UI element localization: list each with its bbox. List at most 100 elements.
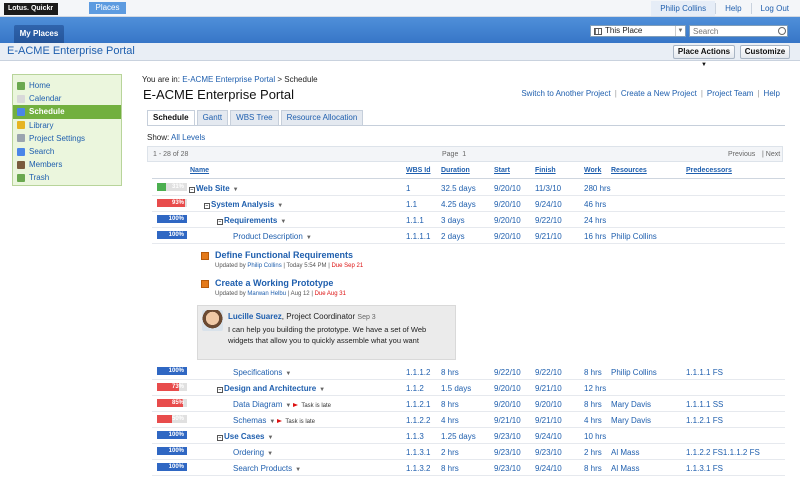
breadcrumb-link-portal[interactable]: E-ACME Enterprise Portal xyxy=(182,75,275,84)
column-header-resources[interactable]: Resources xyxy=(611,167,647,174)
column-header-start[interactable]: Start xyxy=(494,167,510,174)
task-name-cell[interactable]: Search Products ▼ xyxy=(233,464,301,473)
work-cell: 280 hrs xyxy=(584,184,611,193)
task-name-cell[interactable]: − Design and Architecture ▼ xyxy=(217,384,325,393)
chevron-down-icon[interactable]: ▼ xyxy=(269,419,275,425)
sidebar-item-label: Trash xyxy=(29,173,50,183)
task-name-cell[interactable]: Data Diagram ▼ Task is late xyxy=(233,400,331,409)
switch-project-link[interactable]: Switch to Another Project xyxy=(517,89,614,98)
tab-gantt[interactable]: Gantt xyxy=(196,110,229,125)
collapse-icon[interactable]: − xyxy=(189,187,195,193)
work-cell: 4 hrs xyxy=(584,416,602,425)
table-row[interactable]: 85% Data Diagram ▼ Task is late 1.1.2.1 8 hrs… xyxy=(152,396,785,412)
chevron-down-icon[interactable]: ▼ xyxy=(285,403,291,409)
sidebar-item-library[interactable]: Library xyxy=(13,119,121,132)
logout-link[interactable]: Log Out xyxy=(752,4,798,13)
column-header-predecessors[interactable]: Predecessors xyxy=(686,167,732,174)
table-row[interactable]: 50% Schemas ▼ Task is late 1.1.2.2 4 hrs 9/21/… xyxy=(152,412,785,428)
chevron-down-icon[interactable]: ▼ xyxy=(285,371,291,377)
place-actions-button[interactable]: Place Actions ▼ xyxy=(673,45,735,68)
chevron-down-icon[interactable]: ▼ xyxy=(277,203,283,209)
sidebar-item-search[interactable]: Search xyxy=(13,145,121,158)
search-icon[interactable] xyxy=(778,27,786,35)
activity-user-link[interactable]: Philip Collins xyxy=(247,263,281,269)
collapse-icon[interactable]: − xyxy=(217,435,223,441)
place-title[interactable]: E-ACME Enterprise Portal xyxy=(7,45,135,57)
column-header-work[interactable]: Work xyxy=(584,167,601,174)
column-header-duration[interactable]: Duration xyxy=(441,167,470,174)
places-button[interactable]: Places xyxy=(89,2,126,14)
column-header-finish[interactable]: Finish xyxy=(535,167,556,174)
customize-button[interactable]: Customize xyxy=(740,45,790,59)
search-input[interactable] xyxy=(689,25,788,37)
tab-resource-allocation[interactable]: Resource Allocation xyxy=(280,110,364,125)
next-page-button[interactable]: | Next xyxy=(762,151,780,158)
level-filter-link[interactable]: All Levels xyxy=(171,133,205,142)
table-row[interactable]: 100% Search Products ▼ 1.1.3.2 8 hrs 9/23/10 9… xyxy=(152,460,785,476)
collapse-icon[interactable]: − xyxy=(204,203,210,209)
activity-user-link[interactable]: Marwan Helbu xyxy=(247,291,286,297)
search-scope-select[interactable]: This Place ▼ xyxy=(590,25,686,37)
help-link[interactable]: Help xyxy=(760,89,784,98)
activity-title[interactable]: Define Functional Requirements xyxy=(215,250,353,260)
tab-wbs-tree[interactable]: WBS Tree xyxy=(230,110,279,125)
wbs-id-cell: 1.1.3.2 xyxy=(406,464,431,473)
table-row[interactable]: 100% − Use Cases ▼ 1.1.3 1.25 days 9/23/10 9/24… xyxy=(152,428,785,444)
sidebar-item-home[interactable]: Home xyxy=(13,79,121,92)
chevron-down-icon[interactable]: ▼ xyxy=(306,235,312,241)
task-name-cell[interactable]: − System Analysis ▼ xyxy=(204,200,283,209)
user-name-link[interactable]: Philip Collins xyxy=(651,1,716,16)
help-link[interactable]: Help xyxy=(716,4,750,13)
task-name: Search Products xyxy=(233,464,293,473)
task-name-cell[interactable]: Product Description ▼ xyxy=(233,232,312,241)
task-name-cell[interactable]: − Use Cases ▼ xyxy=(217,432,273,441)
task-name-cell[interactable]: Specifications ▼ xyxy=(233,368,291,377)
finish-cell: 9/22/10 xyxy=(535,368,562,377)
start-cell: 9/20/10 xyxy=(494,400,521,409)
project-team-link[interactable]: Project Team xyxy=(703,89,758,98)
sidebar-item-project-settings[interactable]: Project Settings xyxy=(13,132,121,145)
work-cell: 8 hrs xyxy=(584,464,602,473)
previous-page-button[interactable]: Previous xyxy=(728,151,755,158)
table-row[interactable]: 100% Specifications ▼ 1.1.1.2 8 hrs 9/22/10 9/… xyxy=(152,364,785,380)
collapse-icon[interactable]: − xyxy=(217,219,223,225)
table-row[interactable]: 100% Ordering ▼ 1.1.3.1 2 hrs 9/23/10 9/23/10 2… xyxy=(152,444,785,460)
create-project-link[interactable]: Create a New Project xyxy=(617,89,701,98)
sidebar-item-trash[interactable]: Trash xyxy=(13,171,121,184)
sidebar-item-calendar[interactable]: Calendar xyxy=(13,92,121,105)
tab-schedule[interactable]: Schedule xyxy=(147,110,195,125)
task-name-cell[interactable]: Ordering ▼ xyxy=(233,448,273,457)
table-row[interactable]: 31% − Web Site ▼ 1 32.5 days 9/20/10 11/3/10 280… xyxy=(152,180,785,196)
activity-time: Today 5:54 PM xyxy=(286,263,327,269)
table-row[interactable]: 93% − System Analysis ▼ 1.1 4.25 days 9/20/10 9… xyxy=(152,196,785,212)
activity-title[interactable]: Create a Working Prototype xyxy=(215,278,333,288)
wbs-id-cell: 1.1 xyxy=(406,200,418,209)
chevron-down-icon[interactable]: ▼ xyxy=(295,467,301,473)
sidebar-item-members[interactable]: Members xyxy=(13,158,121,171)
task-name-cell[interactable]: − Requirements ▼ xyxy=(217,216,286,225)
page-number: 1 xyxy=(462,151,467,158)
collapse-icon[interactable]: − xyxy=(217,387,223,393)
start-cell: 9/20/10 xyxy=(494,232,521,241)
chevron-down-icon[interactable]: ▼ xyxy=(319,387,325,393)
table-row[interactable]: 100% Product Description ▼ 1.1.1.1 2 days 9/2… xyxy=(152,228,785,244)
chevron-down-icon[interactable]: ▼ xyxy=(267,451,273,457)
chevron-down-icon[interactable]: ▼ xyxy=(280,219,286,225)
column-header-wbs-id[interactable]: WBS Id xyxy=(406,167,431,174)
settings-icon xyxy=(17,134,25,143)
chevron-down-icon[interactable]: ▼ xyxy=(233,187,239,193)
my-places-tab[interactable]: My Places xyxy=(14,25,64,43)
chevron-down-icon: ▼ xyxy=(675,26,685,36)
duration-cell: 4.25 days xyxy=(441,200,476,209)
breadcrumb: You are in: E-ACME Enterprise Portal > S… xyxy=(142,75,318,84)
task-name-cell[interactable]: Schemas ▼ Task is late xyxy=(233,416,315,425)
comment-author-name[interactable]: Lucille Suarez xyxy=(228,312,282,321)
task-name-cell[interactable]: − Web Site ▼ xyxy=(189,184,239,193)
column-header-name[interactable]: Name xyxy=(190,167,209,174)
predecessors-cell: 1.1.2.1 FS xyxy=(686,416,723,425)
table-row[interactable]: 100% − Requirements ▼ 1.1.1 3 days 9/20/10 9/22… xyxy=(152,212,785,228)
table-row[interactable]: 73% − Design and Architecture ▼ 1.1.2 1.5 day… xyxy=(152,380,785,396)
percent-complete-label: 100% xyxy=(168,232,184,238)
chevron-down-icon[interactable]: ▼ xyxy=(267,435,273,441)
sidebar-item-schedule[interactable]: Schedule xyxy=(13,105,121,119)
